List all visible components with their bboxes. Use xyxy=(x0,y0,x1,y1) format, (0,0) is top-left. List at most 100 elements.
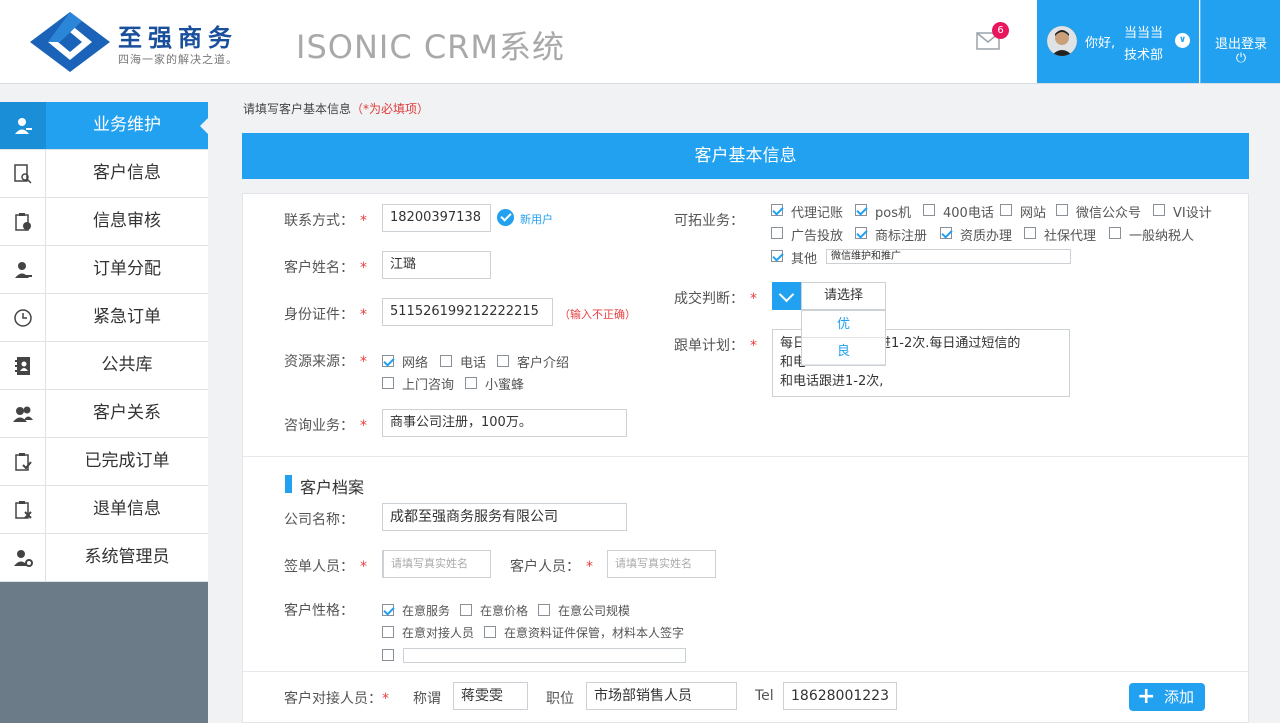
sidebar-item-customer-relations[interactable]: 客户关系 xyxy=(0,390,208,438)
position-label: 职位 xyxy=(546,691,574,707)
plus-icon: + xyxy=(1137,684,1156,709)
chevron-down-icon[interactable]: ∨ xyxy=(1175,33,1190,48)
sidebar-item-info-review[interactable]: 信息审核 xyxy=(0,198,208,246)
expand-option-label: 网站 xyxy=(1020,206,1047,221)
character-checkbox-other[interactable] xyxy=(382,649,394,661)
contact-input[interactable]: 18200397138 xyxy=(382,204,491,232)
source-checkbox-phone[interactable] xyxy=(440,355,452,367)
sidebar-item-label: 紧急订单 xyxy=(93,307,161,327)
expand-option-label: 其他 xyxy=(791,252,818,267)
sidebar-item-system-admin[interactable]: 系统管理员 xyxy=(0,534,208,582)
position-input[interactable]: 市场部销售人员 xyxy=(586,682,737,710)
section-title: 客户档案 xyxy=(300,478,365,497)
sidebar-item-refund-info[interactable]: 退单信息 xyxy=(0,486,208,534)
expand-checkbox[interactable] xyxy=(771,250,783,262)
expand-checkbox[interactable] xyxy=(1153,204,1165,216)
tel-label: Tel xyxy=(755,688,774,704)
title-input[interactable]: 蒋雯雯 xyxy=(453,682,528,710)
dropdown-option[interactable]: 优 xyxy=(802,311,885,338)
sidebar-item-urgent-orders[interactable]: 紧急订单 xyxy=(0,294,208,342)
character-option-label: 在意服务 xyxy=(402,604,451,618)
expand-checkbox[interactable] xyxy=(923,204,935,216)
character-checkbox[interactable] xyxy=(382,604,394,616)
company-input[interactable]: 成都至强商务服务有限公司 xyxy=(382,503,627,531)
clipboard-check-icon xyxy=(14,452,32,471)
expand-option-label: 资质办理 xyxy=(960,229,1013,244)
expand-checkbox[interactable] xyxy=(940,227,952,239)
deal-dropdown-menu: 优 良 xyxy=(801,310,886,366)
user-menu[interactable]: 你好, 当当当 技术部 ∨ xyxy=(1037,0,1199,83)
source-checkbox-bee[interactable] xyxy=(465,377,477,389)
deal-select[interactable]: 请选择 xyxy=(801,282,886,310)
expand-checkbox[interactable] xyxy=(855,204,867,216)
sidebar-item-label: 系统管理员 xyxy=(84,547,170,567)
power-icon: ⏻ xyxy=(1235,51,1247,66)
source-checkbox-referral[interactable] xyxy=(497,355,509,367)
sidebar-item-order-dispatch[interactable]: 订单分配 xyxy=(0,246,208,294)
other-input[interactable]: 微信维护和推广 xyxy=(826,249,1071,264)
user-dispatch-icon xyxy=(14,261,32,278)
expand-checkbox[interactable] xyxy=(771,227,783,239)
source-option-label: 电话 xyxy=(460,356,487,371)
sidebar-item-label: 公共库 xyxy=(101,355,153,375)
customer-staff-input[interactable]: 请填写真实姓名 xyxy=(607,550,716,578)
expand-label: 可拓业务： xyxy=(674,213,744,229)
avatar xyxy=(1047,26,1077,56)
id-input[interactable]: 511526199212222215 xyxy=(382,298,553,326)
logout-button[interactable]: 退出登录 ⏻ xyxy=(1200,0,1280,83)
name-label: 客户姓名： * xyxy=(284,260,367,276)
name-input[interactable]: 江璐 xyxy=(382,251,491,279)
expand-option-label: 社保代理 xyxy=(1044,229,1097,244)
clock-icon xyxy=(13,308,32,327)
source-label: 资源来源： * xyxy=(284,354,367,370)
sidebar-item-completed-orders[interactable]: 已完成订单 xyxy=(0,438,208,486)
id-error: （输入不正确） xyxy=(559,308,636,321)
expand-checkbox[interactable] xyxy=(1056,204,1068,216)
character-option-label: 在意公司规模 xyxy=(558,604,631,618)
expand-checkbox[interactable] xyxy=(771,204,783,216)
character-checkbox[interactable] xyxy=(538,604,550,616)
sidebar-item-customer-info[interactable]: 客户信息 xyxy=(0,150,208,198)
character-checkbox[interactable] xyxy=(484,626,496,638)
consult-input[interactable]: 商事公司注册，100万。 xyxy=(382,409,627,437)
deal-label: 成交判断： * xyxy=(674,291,757,307)
user-edit-icon xyxy=(14,117,32,134)
required-note: （*为必填项） xyxy=(351,102,430,116)
source-checkbox-network[interactable] xyxy=(382,355,394,367)
panel-title: 客户基本信息 xyxy=(242,133,1249,179)
character-other-input[interactable] xyxy=(403,648,686,663)
expand-option-label: 一般纳税人 xyxy=(1129,229,1195,244)
plan-label: 跟单计划： * xyxy=(674,338,757,354)
sidebar-item-label: 客户信息 xyxy=(93,163,161,183)
tel-input[interactable]: 18628001223 xyxy=(783,682,897,710)
add-contact-button[interactable]: + 添加 xyxy=(1129,683,1205,711)
expand-checkbox[interactable] xyxy=(1024,227,1036,239)
expand-checkbox[interactable] xyxy=(1000,204,1012,216)
users-icon xyxy=(12,406,33,422)
id-label: 身份证件： * xyxy=(284,307,367,323)
expand-checkbox[interactable] xyxy=(1109,227,1121,239)
system-title: ISONIC CRM系统 xyxy=(296,28,566,66)
character-checkbox[interactable] xyxy=(382,626,394,638)
dropdown-option[interactable]: 良 xyxy=(802,338,885,365)
source-option-label: 客户介绍 xyxy=(517,356,570,371)
section-divider xyxy=(243,671,1248,672)
signer-input[interactable]: 请填写真实姓名 xyxy=(382,550,491,578)
user-gear-icon xyxy=(13,549,33,567)
expand-checkbox[interactable] xyxy=(855,227,867,239)
avatar-icon xyxy=(1047,26,1077,56)
sidebar-item-public-library[interactable]: 公共库 xyxy=(0,342,208,390)
character-option-label: 在意价格 xyxy=(480,604,529,618)
chevron-down-icon[interactable] xyxy=(772,282,801,310)
customer-form: 联系方式： * 18200397138 新用户 客户姓名： * 江璐 身份证件： * … xyxy=(242,193,1249,723)
sidebar: 业务维护 客户信息 信息审核 订单分配 紧急订单 公共库 客户关系 已完成订单 … xyxy=(0,84,208,723)
sidebar-item-business-maintenance[interactable]: 业务维护 xyxy=(0,102,208,150)
expand-option-label: 微信公众号 xyxy=(1076,206,1142,221)
user-dept: 技术部 xyxy=(1124,48,1164,63)
greeting-text: 你好, xyxy=(1085,36,1116,51)
contact-label: 联系方式： * xyxy=(284,213,367,229)
source-checkbox-visit[interactable] xyxy=(382,377,394,389)
character-checkbox[interactable] xyxy=(460,604,472,616)
mail-count-badge: 6 xyxy=(992,22,1009,39)
character-label: 客户性格： xyxy=(284,603,354,619)
